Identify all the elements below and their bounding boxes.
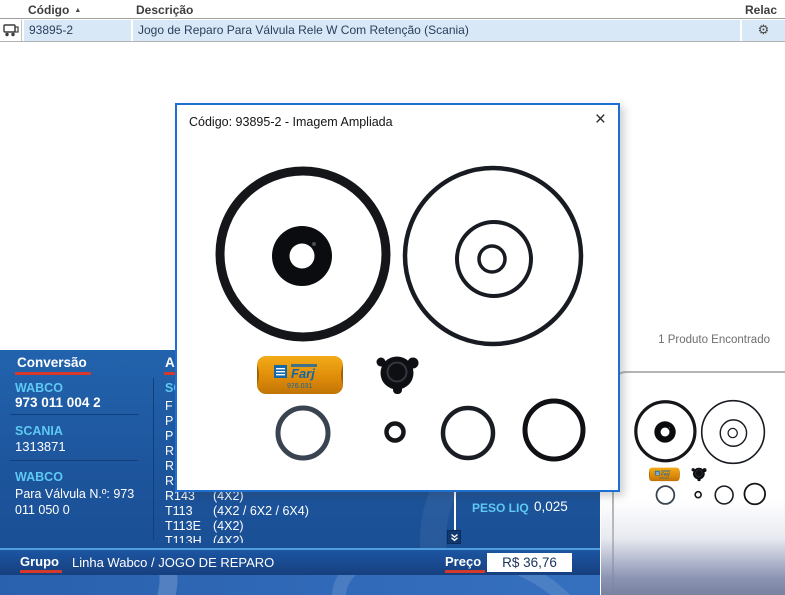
conversao-brand-3: WABCO [15, 470, 63, 484]
preco-label: Preço [445, 554, 481, 569]
sort-asc-icon: ▲ [74, 7, 81, 14]
descricao-header-label: Descrição [136, 3, 193, 17]
svg-text:976.031: 976.031 [287, 383, 312, 390]
descricao-value: Jogo de Reparo Para Válvula Rele W Com R… [133, 20, 740, 41]
column-header-relac[interactable]: Relac [745, 3, 777, 17]
scroll-down-button[interactable] [447, 530, 461, 544]
descricao-cell: Jogo de Reparo Para Válvula Rele W Com R… [133, 20, 740, 41]
model-label: T113 [165, 504, 213, 519]
relac-header-label: Relac [745, 3, 777, 17]
conversao-title: Conversão [17, 355, 87, 370]
app-window: Código ▲ Descrição Relac 93895-2 Jogo de … [0, 0, 785, 595]
section-divider [10, 414, 138, 415]
aplicacao-title: A [165, 355, 175, 370]
table-header: Código ▲ Descrição Relac [0, 0, 785, 19]
modal-title: Código: 93895-2 - Imagem Ampliada [189, 115, 393, 129]
results-count: 1 Produto Encontrado [600, 334, 770, 346]
conversao-value-2: 1313871 [15, 439, 66, 454]
model-label: T113E [165, 519, 213, 534]
strip-swirl [318, 575, 600, 595]
conversao-title-underline [15, 372, 91, 375]
price-value: R$ 36,76 [487, 553, 572, 572]
related-items-gear-icon[interactable]: ⚙ [758, 22, 770, 37]
column-header-descricao[interactable]: Descrição [136, 3, 193, 17]
repair-kit-image: Farj 976.031 [198, 144, 608, 486]
config-label: (4X2 / 6X2 / 6X4) [213, 504, 453, 519]
table-row[interactable]: 93895-2 Jogo de Reparo Para Válvula Rele… [0, 20, 785, 42]
application-item: T113(4X2 / 6X2 / 6X4) [165, 504, 453, 519]
product-thumbnail-image[interactable] [628, 392, 774, 514]
image-modal: Código: 93895-2 - Imagem Ampliada × [175, 103, 620, 492]
grupo-label: Grupo [20, 554, 59, 569]
section-divider [10, 460, 138, 461]
application-item: T113H(4X2) [165, 534, 453, 543]
conversao-value-3: Para Válvula N.º: 973 011 050 0 [15, 486, 153, 518]
column-divider [153, 378, 154, 540]
codigo-header-label: Código [28, 3, 69, 17]
application-item: T113E(4X2) [165, 519, 453, 534]
truck-icon [3, 24, 19, 37]
config-label: (4X2) [213, 534, 453, 543]
codigo-value: 93895-2 [24, 20, 131, 41]
svg-text:Farj: Farj [291, 366, 315, 381]
peso-liq-value: 0,025 [534, 499, 568, 514]
footer-bar: Grupo Linha Wabco / JOGO DE REPARO Preço… [0, 548, 600, 575]
conversao-value-1: 973 011 004 2 [15, 395, 101, 410]
preco-underline [445, 570, 485, 573]
strip-swirl [0, 575, 199, 595]
peso-liq-label: PESO LIQ [472, 501, 529, 515]
grupo-value: Linha Wabco / JOGO DE REPARO [72, 555, 274, 570]
model-label: T113H [165, 534, 213, 543]
close-icon[interactable]: × [595, 109, 606, 131]
codigo-cell: 93895-2 [24, 20, 131, 41]
column-header-codigo[interactable]: Código ▲ [28, 3, 81, 17]
decorative-strip [0, 575, 600, 595]
row-type-cell [0, 20, 22, 41]
scroll-down-icon [450, 533, 459, 542]
config-label: (4X2) [213, 519, 453, 534]
relac-cell[interactable]: ⚙ [742, 20, 785, 41]
grupo-underline [20, 570, 62, 573]
conversao-brand-1: WABCO [15, 381, 63, 395]
conversao-brand-2: SCANIA [15, 424, 63, 438]
